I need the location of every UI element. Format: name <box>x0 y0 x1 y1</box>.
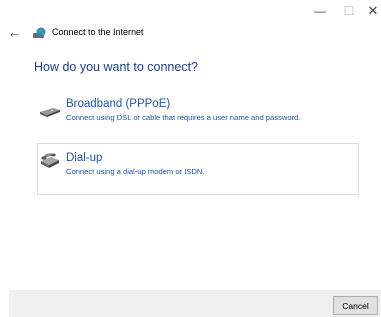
title-bar: — ☐ ✕ <box>0 0 381 22</box>
broadband-modem-icon <box>39 101 61 119</box>
page-title: Connect to the Internet <box>52 27 144 37</box>
page-heading: How do you want to connect? <box>34 60 198 74</box>
close-button[interactable]: ✕ <box>358 0 381 22</box>
minimize-button[interactable]: — <box>305 0 335 22</box>
footer-bar: Cancel <box>9 290 381 317</box>
network-globe-icon <box>32 26 48 38</box>
option-broadband[interactable]: Broadband (PPPoE) Connect using DSL or c… <box>37 94 359 128</box>
back-arrow-icon[interactable]: ← <box>8 25 22 40</box>
option-description[interactable]: Connect using a dial-up modem or ISDN. <box>66 167 204 176</box>
nav-header: ← Connect to the Internet <box>8 24 144 40</box>
option-title[interactable]: Dial-up <box>66 152 102 164</box>
option-dialup[interactable]: Dial-up Connect using a dial-up modem or… <box>37 143 359 195</box>
option-description[interactable]: Connect using DSL or cable that requires… <box>66 113 300 122</box>
option-title[interactable]: Broadband (PPPoE) <box>66 98 170 110</box>
dialup-modem-icon <box>39 151 61 169</box>
cancel-button[interactable]: Cancel <box>333 296 378 315</box>
